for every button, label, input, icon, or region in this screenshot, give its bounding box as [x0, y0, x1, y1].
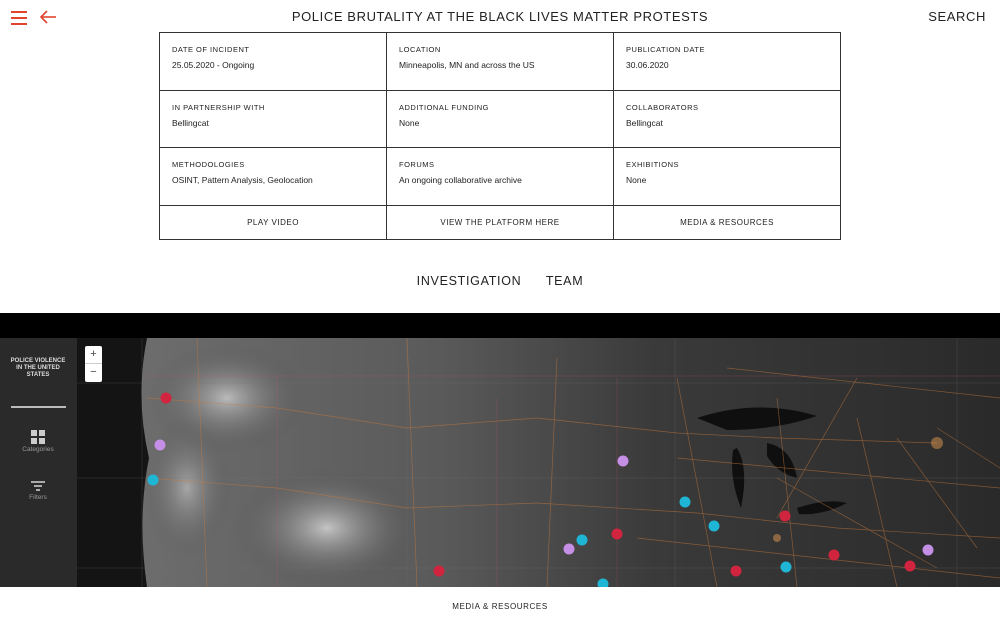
incident-marker[interactable] [780, 561, 792, 573]
incident-marker[interactable] [779, 510, 791, 522]
sidebar-divider [11, 406, 66, 408]
date-of-incident-label: DATE OF INCIDENT [172, 45, 250, 54]
map-sidebar-title: POLICE VIOLENCE IN THE UNITED STATES [10, 358, 66, 378]
date-of-incident-value: 25.05.2020 - Ongoing [172, 60, 255, 70]
collaborators-value: Bellingcat [626, 118, 663, 128]
categories-icon [31, 430, 45, 444]
partnership-cell: IN PARTNERSHIP WITH Bellingcat [160, 91, 387, 148]
incident-marker[interactable] [617, 455, 629, 467]
exhibitions-label: EXHIBITIONS [626, 160, 680, 169]
incident-marker[interactable] [828, 549, 840, 561]
incident-marker[interactable] [576, 534, 588, 546]
map-canvas[interactable] [77, 338, 1000, 587]
filter-icon [31, 481, 45, 491]
map-top-strip [0, 313, 1000, 338]
partnership-value: Bellingcat [172, 118, 209, 128]
publication-date-cell: PUBLICATION DATE 30.06.2020 [614, 33, 840, 91]
funding-value: None [399, 118, 420, 128]
incident-marker[interactable] [922, 544, 934, 556]
categories-button[interactable]: Categories [8, 430, 68, 453]
partnership-label: IN PARTNERSHIP WITH [172, 103, 265, 112]
forums-value: An ongoing collaborative archive [399, 175, 522, 185]
mountain-region [232, 468, 422, 587]
exhibitions-value: None [626, 175, 647, 185]
methodologies-value: OSINT, Pattern Analysis, Geolocation [172, 175, 313, 185]
section-tabs: INVESTIGATION TEAM [0, 272, 1000, 290]
play-video-button[interactable]: PLAY VIDEO [160, 206, 387, 239]
methodologies-label: METHODOLOGIES [172, 160, 245, 169]
forums-label: FORUMS [399, 160, 435, 169]
city-glow [931, 437, 943, 449]
zoom-in-button[interactable]: + [85, 346, 102, 364]
incident-marker[interactable] [433, 565, 445, 577]
incident-marker[interactable] [679, 496, 691, 508]
incident-marker[interactable] [611, 528, 623, 540]
incident-marker[interactable] [147, 474, 159, 486]
categories-label: Categories [22, 446, 54, 453]
location-label: LOCATION [399, 45, 441, 54]
forums-cell: FORUMS An ongoing collaborative archive [387, 148, 614, 206]
incident-marker[interactable] [904, 560, 916, 572]
top-bar: POLICE BRUTALITY AT THE BLACK LIVES MATT… [0, 0, 1000, 34]
view-platform-button[interactable]: VIEW THE PLATFORM HERE [387, 206, 614, 239]
embedded-map: POLICE VIOLENCE IN THE UNITED STATES Cat… [0, 313, 1000, 587]
zoom-control: + − [85, 346, 102, 382]
incident-marker[interactable] [730, 565, 742, 577]
filters-button[interactable]: Filters [8, 480, 68, 501]
location-value: Minneapolis, MN and across the US [399, 60, 535, 70]
collaborators-label: COLLABORATORS [626, 103, 699, 112]
publication-date-label: PUBLICATION DATE [626, 45, 705, 54]
filters-label: Filters [29, 494, 47, 501]
date-of-incident-cell: DATE OF INCIDENT 25.05.2020 - Ongoing [160, 33, 387, 91]
zoom-out-button[interactable]: − [85, 364, 102, 382]
media-resources-button[interactable]: MEDIA & RESOURCES [614, 206, 840, 239]
incident-marker[interactable] [154, 439, 166, 451]
tab-team[interactable]: TEAM [546, 274, 584, 288]
funding-label: ADDITIONAL FUNDING [399, 103, 489, 112]
project-info-grid: DATE OF INCIDENT 25.05.2020 - Ongoing LO… [159, 32, 841, 240]
methodologies-cell: METHODOLOGIES OSINT, Pattern Analysis, G… [160, 148, 387, 206]
incident-marker[interactable] [563, 543, 575, 555]
mountain-region [142, 418, 232, 558]
footer-media-resources-link[interactable]: MEDIA & RESOURCES [0, 602, 1000, 611]
incident-marker[interactable] [160, 392, 172, 404]
funding-cell: ADDITIONAL FUNDING None [387, 91, 614, 148]
location-cell: LOCATION Minneapolis, MN and across the … [387, 33, 614, 91]
exhibitions-cell: EXHIBITIONS None [614, 148, 840, 206]
incident-marker[interactable] [708, 520, 720, 532]
tab-investigation[interactable]: INVESTIGATION [417, 274, 522, 288]
publication-date-value: 30.06.2020 [626, 60, 669, 70]
city-glow [773, 534, 781, 542]
map-sidebar: POLICE VIOLENCE IN THE UNITED STATES Cat… [0, 338, 77, 587]
collaborators-cell: COLLABORATORS Bellingcat [614, 91, 840, 148]
search-link[interactable]: SEARCH [928, 9, 986, 24]
page-title: POLICE BRUTALITY AT THE BLACK LIVES MATT… [291, 9, 709, 24]
